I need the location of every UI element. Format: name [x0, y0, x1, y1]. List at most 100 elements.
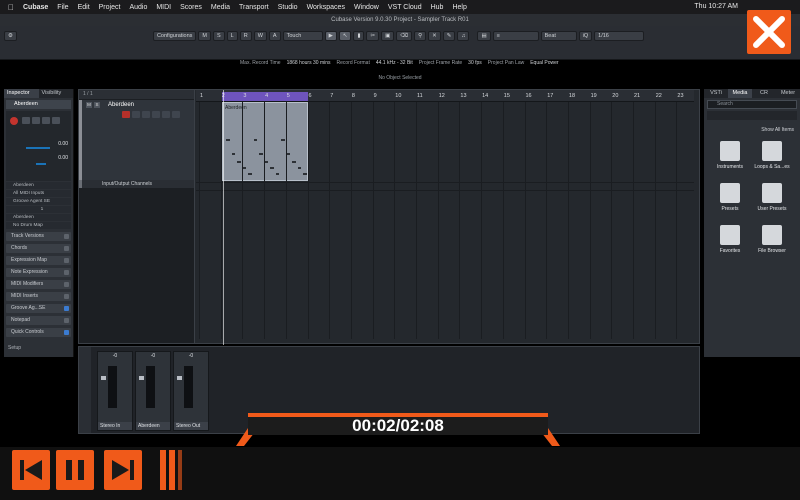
zoom-tool-icon[interactable]: ⚲ [414, 31, 427, 41]
tab-cr[interactable]: CR [752, 89, 776, 98]
channel-strip-aberdeen[interactable]: -0 Aberdeen [135, 351, 171, 431]
menu-transport[interactable]: Transport [239, 4, 269, 11]
range-tool-icon[interactable]: ▮ [353, 31, 365, 41]
tab-media[interactable]: Media [728, 89, 752, 98]
media-presets[interactable]: Presets [710, 183, 750, 212]
track-edit-button[interactable] [162, 111, 170, 118]
drum-map-select[interactable]: No Drum Map [6, 222, 71, 229]
show-all-items-link[interactable]: Show All Items [761, 127, 794, 133]
read-automation-button[interactable] [32, 117, 40, 124]
speaker-tool-icon[interactable]: ♫ [457, 31, 470, 41]
section-midi-inserts[interactable]: MIDI Inserts [6, 292, 71, 301]
media-search-input[interactable]: Search [707, 100, 797, 109]
media-file-browser[interactable]: File Browser [752, 225, 792, 254]
pan-slider[interactable] [36, 163, 46, 165]
track-record-button[interactable] [122, 111, 130, 118]
rewind-button[interactable] [12, 450, 50, 490]
track-lane-button[interactable] [172, 111, 180, 118]
mode-l-button[interactable]: L [226, 31, 238, 41]
menu-hub[interactable]: Hub [431, 4, 444, 11]
track-row-aberdeen[interactable]: M S Aberdeen [79, 100, 194, 181]
pan-law-value[interactable]: Equal Power [530, 60, 558, 66]
glue-tool-icon[interactable]: ▣ [381, 31, 395, 41]
transport-button[interactable]: ▶ [324, 31, 337, 41]
mute-button[interactable]: M [86, 102, 92, 108]
channel-fader[interactable] [177, 376, 182, 380]
section-groove-agent[interactable]: Groove Ag...SE [6, 304, 71, 313]
split-tool-icon[interactable]: ✂ [366, 31, 380, 41]
menu-vst-cloud[interactable]: VST Cloud [388, 4, 422, 11]
channel-fader[interactable] [101, 376, 106, 380]
routing-input[interactable]: All MIDI Inputs [6, 190, 71, 197]
track-write-button[interactable] [152, 111, 160, 118]
snap-type-select[interactable]: ≡ [492, 31, 539, 41]
frame-rate-value[interactable]: 30 fps [468, 60, 482, 66]
mode-w-button[interactable]: W [253, 31, 267, 41]
media-user-presets[interactable]: User Presets [752, 183, 792, 212]
event-display[interactable]: Aberdeen [196, 102, 694, 339]
mode-r-button[interactable]: R [239, 31, 252, 41]
mode-a-button[interactable]: A [268, 31, 281, 41]
quantize-select[interactable]: 1/16 [594, 31, 645, 41]
menu-help[interactable]: Help [452, 4, 466, 11]
channel-fader[interactable] [139, 376, 144, 380]
setup-label[interactable]: Setup [8, 345, 21, 351]
activate-project-button[interactable]: ⚙ [4, 31, 17, 41]
inspector-track-name[interactable]: Aberdeen [6, 100, 71, 109]
section-midi-modifiers[interactable]: MIDI Modifiers [6, 280, 71, 289]
automation-mode-select[interactable]: Touch [282, 31, 323, 41]
pan-value[interactable]: 0.00 [58, 155, 68, 161]
solo-button[interactable]: S [94, 102, 100, 108]
strip-name[interactable]: Stereo Out [174, 422, 208, 430]
apple-menu-icon[interactable]:  [8, 3, 14, 12]
playhead-cursor[interactable] [223, 90, 224, 345]
grid-type-select[interactable]: Beat [540, 31, 577, 41]
monitor-button[interactable] [22, 117, 30, 124]
tab-meter[interactable]: Meter [776, 89, 800, 98]
quantize-icon[interactable]: iQ [578, 31, 593, 41]
menu-studio[interactable]: Studio [278, 4, 298, 11]
edit-instrument-button[interactable] [52, 117, 60, 124]
section-expression-map[interactable]: Expression Map [6, 256, 71, 265]
object-select-tool-icon[interactable]: ↖ [338, 31, 352, 41]
menu-scores[interactable]: Scores [180, 4, 202, 11]
section-chords[interactable]: Chords [6, 244, 71, 253]
close-button[interactable] [747, 10, 791, 54]
midi-channel-field[interactable]: 1 [6, 206, 71, 213]
strip-name[interactable]: Aberdeen [136, 422, 170, 430]
menu-window[interactable]: Window [354, 4, 379, 11]
section-notepad[interactable]: Notepad [6, 316, 71, 325]
mode-m-button[interactable]: M [198, 31, 211, 41]
menu-app[interactable]: Cubase [23, 4, 48, 11]
track-name[interactable]: Aberdeen [108, 102, 134, 108]
section-note-expression[interactable]: Note Expression [6, 268, 71, 277]
drum-map-track[interactable]: Aberdeen [6, 214, 71, 221]
erase-tool-icon[interactable]: ⌫ [396, 31, 413, 41]
media-favorites[interactable]: Favorites [710, 225, 750, 254]
configurations-button[interactable]: Configurations [152, 31, 197, 41]
progress-grip-icon[interactable] [160, 450, 184, 490]
routing-output[interactable]: Groove Agent SE [6, 198, 71, 205]
routing-track[interactable]: Aberdeen [6, 182, 71, 189]
menu-edit[interactable]: Edit [78, 4, 90, 11]
menu-audio[interactable]: Audio [129, 4, 147, 11]
menu-file[interactable]: File [57, 4, 68, 11]
tab-visibility[interactable]: Visibility [39, 89, 74, 98]
section-track-versions[interactable]: Track Versions [6, 232, 71, 241]
volume-value[interactable]: 0.00 [58, 141, 68, 147]
volume-fader[interactable] [26, 147, 50, 149]
channel-strip-stereo-in[interactable]: -0 Stereo In [97, 351, 133, 431]
snap-toggle-icon[interactable]: ▤ [477, 31, 491, 41]
track-row-io-channels[interactable]: Input/Output Channels [79, 180, 194, 188]
write-automation-button[interactable] [42, 117, 50, 124]
pause-button[interactable] [56, 450, 94, 490]
record-enable-button[interactable] [10, 117, 18, 125]
mode-s-button[interactable]: S [213, 31, 225, 41]
media-instruments[interactable]: Instruments [710, 141, 750, 170]
menu-project[interactable]: Project [99, 4, 121, 11]
tab-inspector[interactable]: Inspector [4, 89, 39, 98]
tab-vsti[interactable]: VSTi [704, 89, 728, 98]
mute-tool-icon[interactable]: ✕ [428, 31, 441, 41]
menu-workspaces[interactable]: Workspaces [307, 4, 345, 11]
draw-tool-icon[interactable]: ✎ [442, 31, 456, 41]
